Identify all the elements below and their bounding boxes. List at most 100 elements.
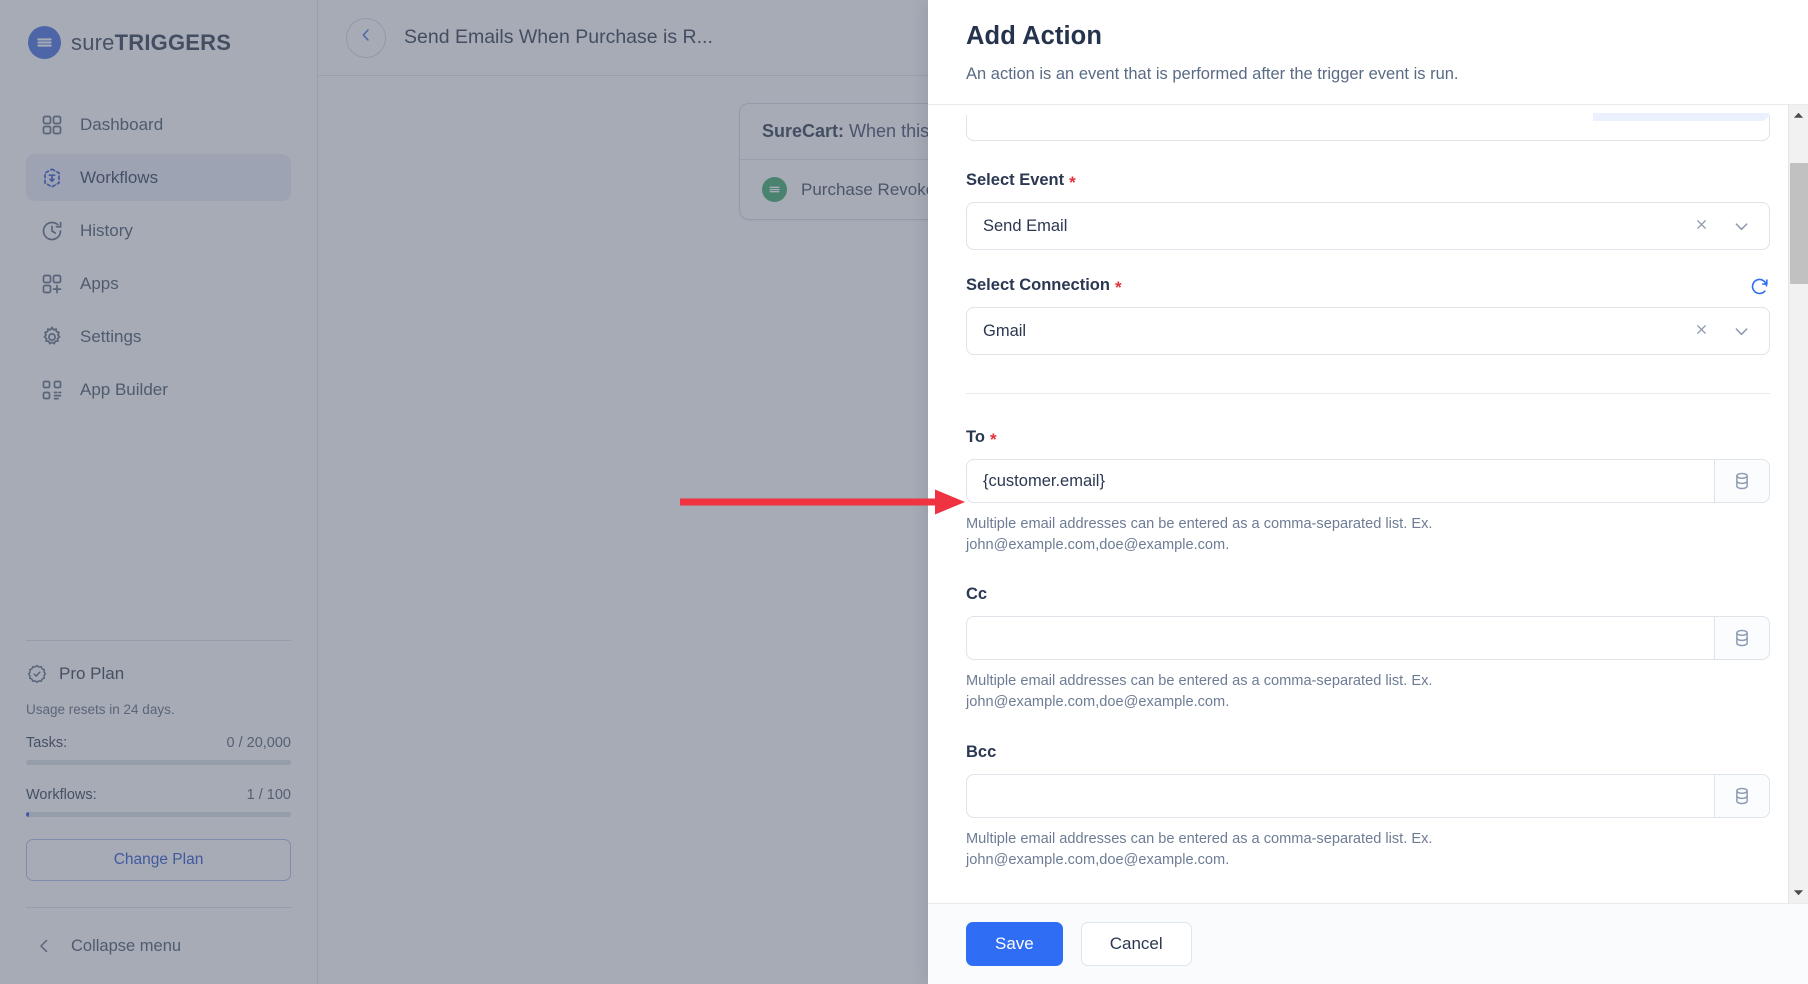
change-plan-button[interactable]: Change Plan xyxy=(26,839,291,881)
to-input[interactable] xyxy=(966,459,1714,503)
select-connection-label-text: Select Connection xyxy=(966,276,1110,295)
select-connection-value: Gmail xyxy=(983,322,1675,341)
section-divider xyxy=(966,393,1770,394)
sidebar-divider xyxy=(26,640,291,641)
caret-down-icon[interactable] xyxy=(1789,883,1808,903)
usage-row-tasks: Tasks: 0 / 20,000 xyxy=(26,735,291,751)
workflow-title: Send Emails When Purchase is R... xyxy=(404,26,713,49)
select-connection-label-row: Select Connection * xyxy=(966,276,1770,307)
surecart-icon xyxy=(762,177,787,202)
drawer-body: Select Event * Send Email xyxy=(928,104,1808,903)
required-asterisk: * xyxy=(1115,279,1122,296)
gear-icon xyxy=(40,325,64,349)
brand-logo[interactable]: sureTRIGGERS xyxy=(26,26,291,59)
spacer xyxy=(966,250,1770,276)
cc-label: Cc xyxy=(966,585,1770,604)
usage-value: 0 / 20,000 xyxy=(227,735,292,751)
drawer-subtitle: An action is an event that is performed … xyxy=(966,65,1770,84)
usage-bar-tasks xyxy=(26,760,291,765)
chevron-down-icon[interactable] xyxy=(1728,217,1755,236)
usage-label: Workflows: xyxy=(26,787,97,803)
sidebar-item-label: History xyxy=(80,221,133,241)
workflow-node-icon xyxy=(40,166,64,190)
bcc-label-text: Bcc xyxy=(966,743,996,762)
clear-select-event-icon[interactable] xyxy=(1685,217,1718,235)
sidebar-nav: Dashboard Workflows xyxy=(26,101,291,413)
required-asterisk: * xyxy=(990,431,997,448)
bcc-input[interactable] xyxy=(966,774,1714,818)
trigger-app-name: SureCart: xyxy=(762,121,844,141)
select-connection-label: Select Connection * xyxy=(966,276,1122,295)
trigger-headline: When this xyxy=(849,121,929,141)
back-button[interactable] xyxy=(346,18,386,58)
bcc-label: Bcc xyxy=(966,743,1770,762)
qr-builder-icon xyxy=(40,378,64,402)
field-to: To * Multiple email addre xyxy=(966,428,1770,555)
drawer-title: Add Action xyxy=(966,22,1770,51)
drawer-footer: Save Cancel xyxy=(928,903,1808,984)
select-event-dropdown[interactable]: Send Email xyxy=(966,202,1770,250)
clock-history-icon xyxy=(40,219,64,243)
sidebar-item-apps[interactable]: Apps xyxy=(26,260,291,307)
plan-header: Pro Plan xyxy=(26,663,291,685)
field-select-event: Select Event * Send Email xyxy=(966,171,1770,250)
brand-text: sureTRIGGERS xyxy=(71,30,231,56)
cc-input[interactable] xyxy=(966,616,1714,660)
database-icon[interactable] xyxy=(1714,459,1770,503)
collapse-menu-button[interactable]: Collapse menu xyxy=(26,908,291,984)
sidebar-item-label: App Builder xyxy=(80,380,168,400)
usage-bar-workflows xyxy=(26,812,291,817)
usage-bar-fill xyxy=(26,812,29,817)
add-action-drawer: Add Action An action is an event that is… xyxy=(928,0,1808,984)
trigger-event-label: Purchase Revoked xyxy=(801,180,945,200)
app-root: sureTRIGGERS Dashboard xyxy=(0,0,1808,984)
field-cc: Cc Multiple email addresses can be en xyxy=(966,585,1770,712)
sidebar-spacer xyxy=(26,413,291,640)
scrollbar-track[interactable] xyxy=(1789,125,1808,883)
required-asterisk: * xyxy=(1069,174,1076,191)
sidebar-item-label: Dashboard xyxy=(80,115,163,135)
refresh-icon[interactable] xyxy=(1749,276,1770,302)
scrollbar-thumb[interactable] xyxy=(1790,163,1808,284)
chevron-left-icon xyxy=(357,26,375,49)
chevron-down-icon[interactable] xyxy=(1728,322,1755,341)
select-event-value: Send Email xyxy=(983,217,1675,236)
grid-plus-icon xyxy=(40,272,64,296)
cancel-button[interactable]: Cancel xyxy=(1081,922,1192,966)
sidebar-item-dashboard[interactable]: Dashboard xyxy=(26,101,291,148)
select-event-label: Select Event * xyxy=(966,171,1770,190)
plan-reset-note: Usage resets in 24 days. xyxy=(26,702,291,717)
drawer-header: Add Action An action is an event that is… xyxy=(928,0,1808,104)
select-event-label-text: Select Event xyxy=(966,171,1064,190)
partial-field-above[interactable] xyxy=(966,115,1770,141)
field-select-connection: Select Connection * Gmail xyxy=(966,276,1770,355)
sidebar-item-label: Settings xyxy=(80,327,141,347)
caret-up-icon[interactable] xyxy=(1789,105,1808,125)
brand-text-bold: TRIGGERS xyxy=(115,30,232,55)
drawer-scrollbar[interactable] xyxy=(1788,105,1808,903)
usage-label: Tasks: xyxy=(26,735,67,751)
select-connection-dropdown[interactable]: Gmail xyxy=(966,307,1770,355)
database-icon[interactable] xyxy=(1714,616,1770,660)
sidebar-item-app-builder[interactable]: App Builder xyxy=(26,366,291,413)
clear-select-connection-icon[interactable] xyxy=(1685,322,1718,340)
sidebar-item-label: Workflows xyxy=(80,168,158,188)
brand-text-light: sure xyxy=(71,30,115,55)
bcc-input-group xyxy=(966,774,1770,818)
collapse-menu-label: Collapse menu xyxy=(71,937,181,956)
to-label-text: To xyxy=(966,428,985,447)
to-label: To * xyxy=(966,428,1770,447)
drawer-scroll-content: Select Event * Send Email xyxy=(966,105,1770,870)
plan-name: Pro Plan xyxy=(59,664,124,684)
sidebar-item-workflows[interactable]: Workflows xyxy=(26,154,291,201)
field-bcc: Bcc Multiple email addresses can be e xyxy=(966,743,1770,870)
sidebar-item-history[interactable]: History xyxy=(26,207,291,254)
save-button[interactable]: Save xyxy=(966,922,1063,966)
chevron-left-icon xyxy=(34,936,54,956)
sidebar-item-settings[interactable]: Settings xyxy=(26,313,291,360)
cc-input-group xyxy=(966,616,1770,660)
database-icon[interactable] xyxy=(1714,774,1770,818)
cc-helper-text: Multiple email addresses can be entered … xyxy=(966,671,1586,712)
partial-field-highlight xyxy=(1593,113,1769,121)
to-input-group xyxy=(966,459,1770,503)
